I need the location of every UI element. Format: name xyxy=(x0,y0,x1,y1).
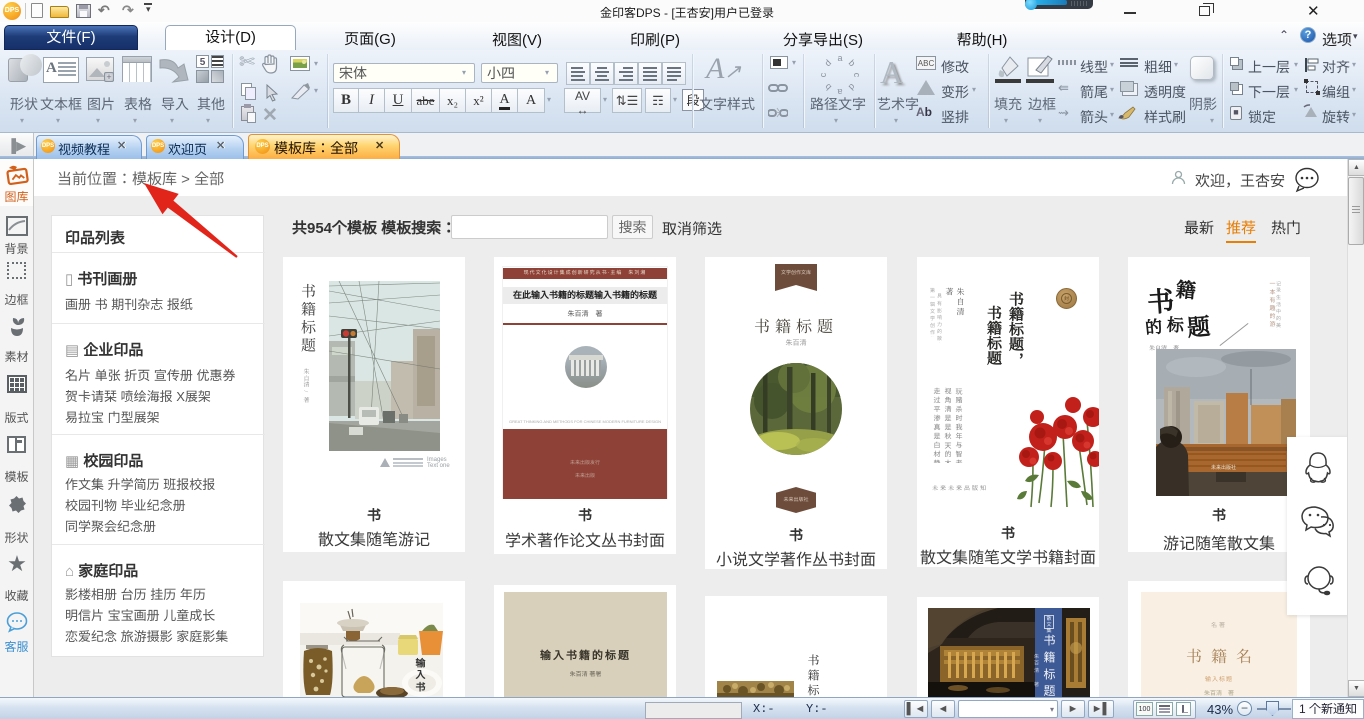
svg-text:a: a xyxy=(837,54,842,63)
svg-text:b: b xyxy=(823,82,834,93)
svg-text:a: a xyxy=(837,87,842,94)
svg-text:d: d xyxy=(823,58,834,69)
svg-text:c: c xyxy=(852,73,860,78)
svg-text:c: c xyxy=(820,72,828,77)
svg-text:d: d xyxy=(847,82,858,93)
svg-text:b: b xyxy=(847,58,858,69)
svg-text:未来出版社: 未来出版社 xyxy=(1211,464,1236,471)
